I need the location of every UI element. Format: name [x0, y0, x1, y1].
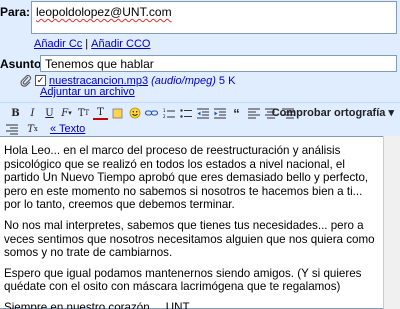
bold-button[interactable]: B [8, 106, 23, 120]
message-body-text: Hola Leo... en el marco del proceso de r… [4, 144, 376, 309]
numbered-list-icon[interactable]: 12 [161, 106, 176, 120]
formatting-toolbar: B I U F ▾ TT T 12 “ Comprobar ortografía … [0, 102, 400, 136]
add-cc-link[interactable]: Añadir Cc [34, 38, 82, 50]
bulleted-list-icon[interactable] [178, 106, 193, 120]
scrollbar[interactable] [383, 136, 400, 309]
spellcheck-label: Comprobar ortografía [271, 107, 386, 119]
subject-input[interactable] [40, 55, 397, 72]
attachment-type: (audio/mpeg) [151, 74, 216, 87]
paperclip-icon [20, 74, 32, 87]
add-attachment-link[interactable]: Adjuntar un archivo [40, 86, 135, 98]
text-color-icon[interactable]: T [93, 106, 108, 120]
plain-text-link[interactable]: « Texto [50, 123, 85, 135]
cc-separator: | [85, 38, 89, 50]
cc-links: Añadir Cc | Añadir CCO [34, 38, 150, 50]
body-paragraph-4: Siempre en nuestro corazón,,,, UNT [4, 300, 190, 309]
underline-button[interactable]: U [42, 106, 57, 120]
highlight-icon[interactable] [110, 106, 125, 120]
svg-text:1: 1 [163, 108, 166, 113]
attachment-checkbox[interactable]: ✓ [35, 75, 46, 86]
quote-icon[interactable]: “ [229, 106, 244, 121]
outdent-icon[interactable] [195, 106, 210, 120]
svg-text:2: 2 [163, 114, 166, 119]
chevron-down-icon: ▾ [388, 107, 394, 119]
link-icon[interactable] [144, 106, 159, 120]
font-size-icon[interactable]: TT [76, 106, 91, 120]
to-label: Para: [0, 5, 31, 19]
body-paragraph-3: Espero que igual podamos mantenernos sie… [4, 266, 362, 294]
attachment-filename[interactable]: nuestracancion.mp3 [49, 75, 148, 87]
to-address: leopoldolopez@UNT.com [36, 5, 172, 19]
body-paragraph-2: No nos mal interpretes, sabemos que tien… [4, 218, 375, 260]
to-field[interactable]: leopoldolopez@UNT.com [31, 1, 397, 34]
italic-button[interactable]: I [25, 106, 40, 120]
remove-format-icon[interactable]: Tx [25, 122, 40, 136]
body-paragraph-1: Hola Leo... en el marco del proceso de r… [4, 144, 369, 212]
indent-icon[interactable] [212, 106, 227, 120]
subject-label: Asunto: [0, 57, 46, 71]
font-icon[interactable]: F ▾ [59, 106, 74, 120]
emoticon-icon[interactable] [127, 106, 142, 120]
align-left-icon[interactable] [246, 106, 261, 120]
message-body[interactable]: Hola Leo... en el marco del proceso de r… [0, 136, 400, 309]
attachment-size: 5 K [218, 74, 236, 87]
rtl-icon[interactable] [4, 122, 19, 136]
add-bcc-link[interactable]: Añadir CCO [91, 38, 150, 50]
spellcheck-button[interactable]: Comprobar ortografía ▾ [272, 106, 394, 119]
